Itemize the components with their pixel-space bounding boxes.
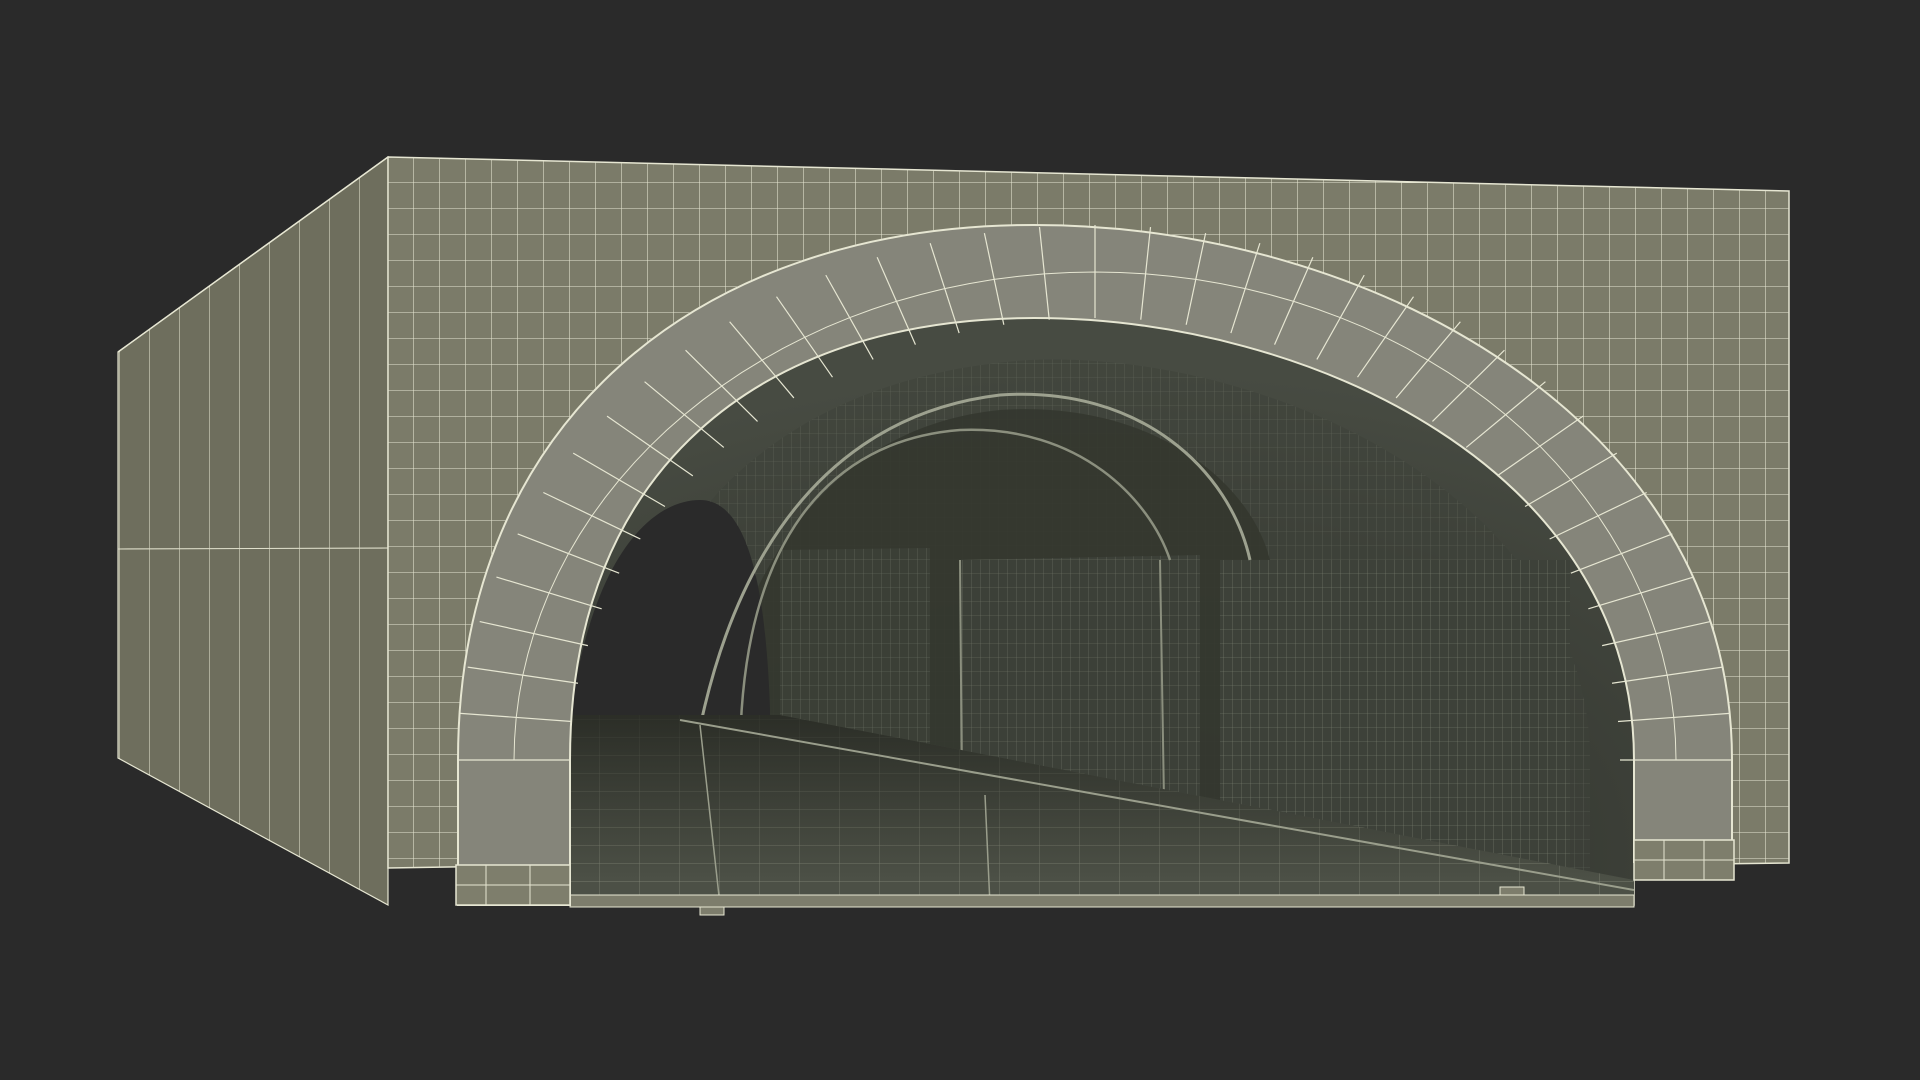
left-side-wall (117, 155, 389, 907)
arch-base-right (1633, 839, 1735, 881)
tunnel-render-viewport (117, 155, 1790, 916)
arch-base-left (455, 864, 571, 906)
